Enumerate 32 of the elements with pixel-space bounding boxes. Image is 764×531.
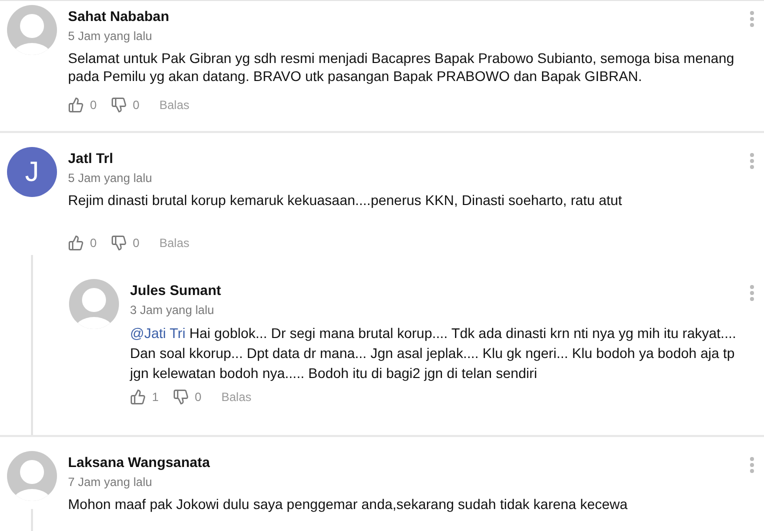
comment-text: Rejim dinasti brutal korup kemaruk kekuasaan....penerus KKN, Dinasti soeharto, ratu atut (68, 191, 624, 209)
thumbs-up-icon[interactable] (68, 235, 84, 251)
mention-link[interactable]: @Jati Tri (130, 325, 186, 341)
author-name: Sahat Nababan (68, 7, 170, 25)
avatar-icon (69, 279, 119, 329)
avatar-icon (7, 5, 57, 55)
dislike-count: 0 (194, 390, 202, 404)
thumbs-down-icon[interactable] (172, 389, 189, 405)
comment-time: 3 Jam yang lalu (130, 303, 216, 317)
author-name: Jules Sumant (130, 281, 222, 299)
thumbs-up-icon[interactable] (68, 97, 84, 113)
comment-text: Mohon maaf pak Jokowi dulu saya penggemar anda,sekarang sudah tidak karena kecewa (68, 495, 629, 513)
reply-link[interactable]: Balas (221, 390, 252, 404)
comment-text: @Jati Tri Hai goblok... Dr segi mana brutal korup.... Tdk ada dinasti krn nti nya yg mih itu rakyat.... Dan soal kkorup... Dpt data dr mana... Jgn asal jeplak.... Klu gk ngeri... Klu bodoh ya bodoh aja tp jgn kelewatan bodoh nya..... Bodoh itu di bagi2 jgn di telan sendiri (130, 324, 738, 383)
avatar-icon (7, 451, 57, 501)
avatar-letter: J (7, 147, 57, 197)
thumbs-down-icon[interactable] (110, 97, 127, 113)
author-name: Jatl Trl (68, 149, 114, 167)
dislike-count: 0 (132, 236, 140, 250)
comment-time: 5 Jam yang lalu (68, 171, 154, 185)
reply-link[interactable]: Balas (159, 98, 190, 112)
comment-text: Selamat untuk Pak Gibran yg sdh resmi menjadi Bacapres Bapak Prabowo Subianto, semoga bisa menang pada Pemilu yg akan datang. BRAVO utk pasangan Bapak PRABOWO dan Bapak GIBRAN. (68, 49, 736, 85)
reply-link[interactable]: Balas (159, 236, 190, 250)
dislike-count: 0 (132, 98, 140, 112)
author-name: Laksana Wangsanata (68, 453, 211, 471)
like-count: 1 (152, 390, 159, 404)
like-count: 0 (90, 236, 97, 250)
comment-time: 7 Jam yang lalu (68, 475, 154, 489)
thumbs-down-icon[interactable] (110, 235, 127, 251)
comment-time: 5 Jam yang lalu (68, 29, 154, 43)
like-count: 0 (90, 98, 97, 112)
thumbs-up-icon[interactable] (130, 389, 146, 405)
